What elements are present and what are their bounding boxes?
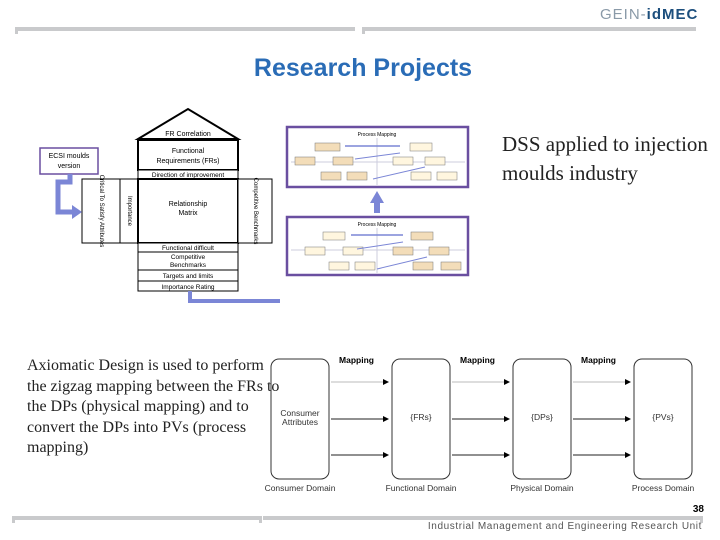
process-mapping-diagram: Process Mapping Process Mapping <box>285 125 470 277</box>
qfd-frs: Functional <box>172 148 205 155</box>
qfd-matrix: Relationship <box>169 201 208 208</box>
qfd-row: Targets and limits <box>163 273 214 280</box>
mapping-label: Mapping <box>581 355 616 365</box>
header-rule-right <box>362 27 696 31</box>
axiomatic-description: Axiomatic Design is used to perform the … <box>27 357 280 456</box>
qfd-house-diagram: FR Correlation Functional Requirements (… <box>39 107 280 303</box>
domain-content: Attributes <box>282 417 318 427</box>
ad-domains: ConsumerAttributesConsumer DomainMapping… <box>265 355 695 493</box>
header-tick <box>362 27 365 34</box>
mapping-label: Mapping <box>339 355 374 365</box>
process-mapping-title: Process Mapping <box>358 132 397 138</box>
domain-label: Consumer Domain <box>265 483 336 493</box>
axiomatic-design-diagram: ConsumerAttributesConsumer DomainMapping… <box>265 355 695 493</box>
footer-tick <box>259 516 262 523</box>
qfd-row: Competitive <box>171 254 206 261</box>
qfd-frs: Requirements (FRs) <box>156 158 219 165</box>
footer-tick <box>12 516 15 523</box>
mapping-label: Mapping <box>460 355 495 365</box>
page-number: 38 <box>692 504 704 515</box>
up-arrow-icon <box>370 191 384 213</box>
footer-rule-right <box>263 516 703 520</box>
dss-description: DSS applied to injection moulds industry <box>502 132 708 185</box>
qfd-ecsi: version <box>58 163 81 170</box>
footer-rule-left <box>12 516 259 520</box>
domain-label: Physical Domain <box>510 483 574 493</box>
logo: GEIN-idMEC <box>600 6 698 23</box>
qfd-roof-label: FR Correlation <box>165 131 211 138</box>
qfd-row: Functional difficult <box>162 245 214 252</box>
qfd-matrix: Matrix <box>178 210 198 217</box>
qfd-row: Benchmarks <box>170 262 207 269</box>
logo-brand: idMEC <box>646 6 699 23</box>
qfd-cts: Critical To Satisfy Attributes <box>98 175 104 248</box>
domain-label: Process Domain <box>632 483 695 493</box>
domain-content: {FRs} <box>410 412 431 422</box>
qfd-direction: Direction of improvement <box>152 172 224 179</box>
qfd-importance: Importance <box>126 196 132 227</box>
header-tick <box>15 27 18 34</box>
page-title: Research Projects <box>253 54 473 82</box>
qfd-row: Importance Rating <box>161 284 214 291</box>
qfd-ecsi: ECSI moulds <box>49 153 90 160</box>
qfd-benchmarks: Competitive Benchmarks <box>252 178 258 245</box>
domain-content: {DPs} <box>531 412 553 422</box>
logo-prefix: GEIN- <box>600 6 647 23</box>
process-mapping-title: Process Mapping <box>358 222 397 228</box>
header-rule-left <box>15 27 355 31</box>
domain-label: Functional Domain <box>386 483 457 493</box>
domain-content: {PVs} <box>652 412 673 422</box>
footer-text: Industrial Management and Engineering Re… <box>427 521 702 532</box>
